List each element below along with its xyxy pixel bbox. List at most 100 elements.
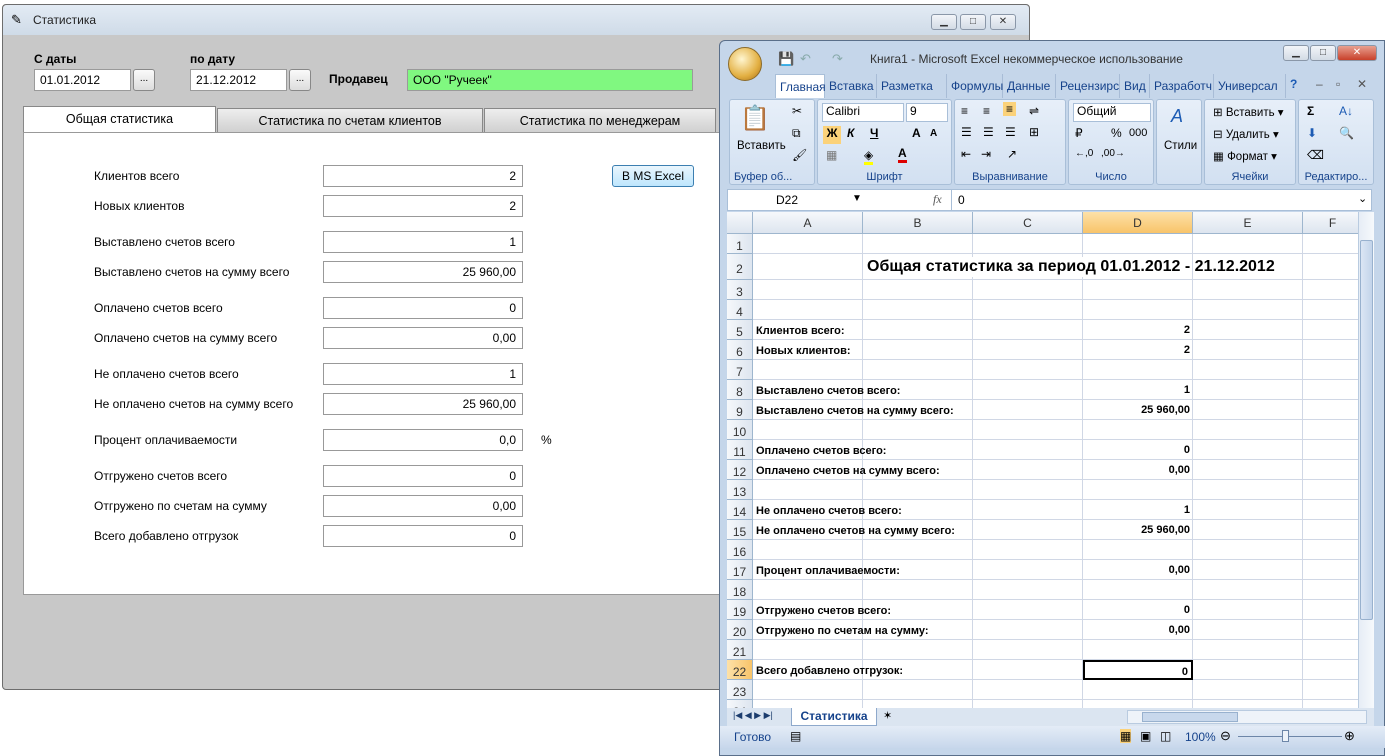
stat-value-field[interactable]: 2 [323,195,523,217]
macro-record-icon[interactable]: ▤ [790,729,801,743]
title-cell[interactable]: Общая статистика за период 01.01.2012 - … [867,257,1275,277]
cell-label[interactable]: Не оплачено счетов всего: [756,505,902,517]
font-name-select[interactable]: Calibri [822,103,904,122]
number-format-select[interactable]: Общий [1073,103,1151,122]
row-header[interactable]: 18 [727,580,753,600]
to-date-picker-button[interactable]: ... [289,69,311,91]
seller-input[interactable]: ООО "Ручеек" [407,69,693,91]
new-sheet-icon[interactable]: ✶ [883,709,892,722]
shrink-font-icon[interactable]: A [930,128,937,139]
stat-value-field[interactable]: 0,00 [323,327,523,349]
fx-button[interactable]: fx [933,192,942,207]
cell-value[interactable]: 0 [1083,600,1193,620]
cell-label[interactable]: Выставлено счетов всего: [756,385,900,397]
stat-value-field[interactable]: 0 [323,465,523,487]
cell-label[interactable]: Отгружено счетов всего: [756,605,891,617]
row-header[interactable]: 2 [727,254,753,280]
paste-button[interactable]: Вставить [737,140,786,152]
zoom-level[interactable]: 100% [1185,730,1216,744]
thousands-button[interactable]: 000 [1129,127,1147,139]
to-date-input[interactable]: 21.12.2012 [190,69,287,91]
column-header[interactable]: D [1083,212,1193,234]
stat-value-field[interactable]: 1 [323,231,523,253]
cell-label[interactable]: Новых клиентов: [756,345,851,357]
format-cells-button[interactable]: ▦ Формат ▾ [1213,149,1277,163]
zoom-slider-handle[interactable] [1282,730,1289,742]
zoom-slider[interactable] [1238,736,1342,737]
ribbon-tab[interactable]: Разметка с [877,74,947,117]
sheet-nav-icons[interactable]: |◀ ◀ ▶ ▶| [733,710,773,721]
stat-value-field[interactable]: 25 960,00 [323,393,523,415]
align-center-icon[interactable]: ☰ [983,125,994,139]
zoom-in-icon[interactable]: ⊕ [1344,728,1355,744]
horizontal-scrollbar[interactable] [1127,710,1367,724]
excel-close-button[interactable]: ✕ [1337,45,1377,61]
select-all-corner[interactable] [727,212,753,234]
row-header[interactable]: 16 [727,540,753,560]
row-header[interactable]: 4 [727,300,753,320]
italic-button[interactable]: К [847,126,854,140]
cell-value[interactable]: 0,00 [1083,460,1193,480]
ribbon-tab[interactable]: Разработч [1150,74,1214,98]
formula-input[interactable]: 0 [958,193,965,207]
cell-label[interactable]: Всего добавлено отгрузок: [756,665,903,677]
ribbon-tab[interactable]: Формулы [947,74,1003,98]
currency-icon[interactable]: ₽ [1075,126,1083,140]
merge-icon[interactable]: ⊞ [1029,125,1039,139]
align-top-icon[interactable]: ≡ [961,104,968,118]
cell-label[interactable]: Оплачено счетов всего: [756,445,886,457]
borders-icon[interactable]: ▦ [826,148,837,162]
from-date-picker-button[interactable]: ... [133,69,155,91]
tab-managers[interactable]: Статистика по менеджерам [484,108,716,134]
stat-value-field[interactable]: 25 960,00 [323,261,523,283]
expand-formula-icon[interactable]: ⌄ [1358,192,1367,205]
cell-value[interactable]: 0 [1083,660,1193,680]
cell-value[interactable]: 25 960,00 [1083,400,1193,420]
cell-label[interactable]: Отгружено по счетам на сумму: [756,625,929,637]
undo-icon[interactable]: ↶ [800,51,811,67]
help-icon[interactable]: ? [1290,77,1297,91]
align-left-icon[interactable]: ☰ [961,125,972,139]
row-header[interactable]: 21 [727,640,753,660]
row-header[interactable]: 13 [727,480,753,500]
clear-icon[interactable]: ⌫ [1307,148,1324,162]
insert-cells-button[interactable]: ⊞ Вставить ▾ [1213,105,1284,119]
row-header[interactable]: 17 [727,560,753,580]
column-header[interactable]: C [973,212,1083,234]
doc-close-icon[interactable]: ✕ [1357,77,1367,91]
row-header[interactable]: 23 [727,680,753,700]
stat-value-field[interactable]: 1 [323,363,523,385]
copy-icon[interactable]: ⧉ [792,126,801,141]
ribbon-tab[interactable]: Вставка [825,74,877,98]
tab-general[interactable]: Общая статистика [23,106,216,134]
row-header[interactable]: 14 [727,500,753,520]
tab-client-invoices[interactable]: Статистика по счетам клиентов [217,108,483,134]
page-break-icon[interactable]: ◫ [1160,729,1171,743]
format-painter-icon[interactable]: 🖌 [792,148,807,162]
increase-decimal-icon[interactable]: ←,0 [1075,148,1093,159]
redo-icon[interactable]: ↷ [832,51,843,67]
row-header[interactable]: 10 [727,420,753,440]
stat-value-field[interactable]: 2 [323,165,523,187]
grow-font-icon[interactable]: A [912,126,921,140]
cell-value[interactable]: 0,00 [1083,560,1193,580]
normal-view-icon[interactable]: ▦ [1120,729,1132,743]
paste-icon[interactable]: 📋 [740,104,770,133]
stat-value-field[interactable]: 0,0 [323,429,523,451]
row-header[interactable]: 3 [727,280,753,300]
stat-value-field[interactable]: 0 [323,525,523,547]
cell-label[interactable]: Клиентов всего: [756,325,845,337]
ribbon-tab[interactable]: Вид [1120,74,1150,98]
from-date-input[interactable]: 01.01.2012 [34,69,131,91]
cell-label[interactable]: Выставлено счетов на сумму всего: [756,405,954,417]
cell-value[interactable]: 1 [1083,380,1193,400]
ribbon-tab[interactable]: Данные [1003,74,1056,98]
page-layout-icon[interactable]: ▣ [1140,729,1151,743]
orientation-icon[interactable]: ↗ [1007,147,1017,161]
ribbon-tab[interactable]: Рецензирс [1056,74,1120,98]
cell-value[interactable]: 1 [1083,500,1193,520]
row-header[interactable]: 20 [727,620,753,640]
increase-indent-icon[interactable]: ⇥ [981,147,991,161]
align-right-icon[interactable]: ☰ [1005,125,1016,139]
column-header[interactable]: F [1303,212,1358,234]
